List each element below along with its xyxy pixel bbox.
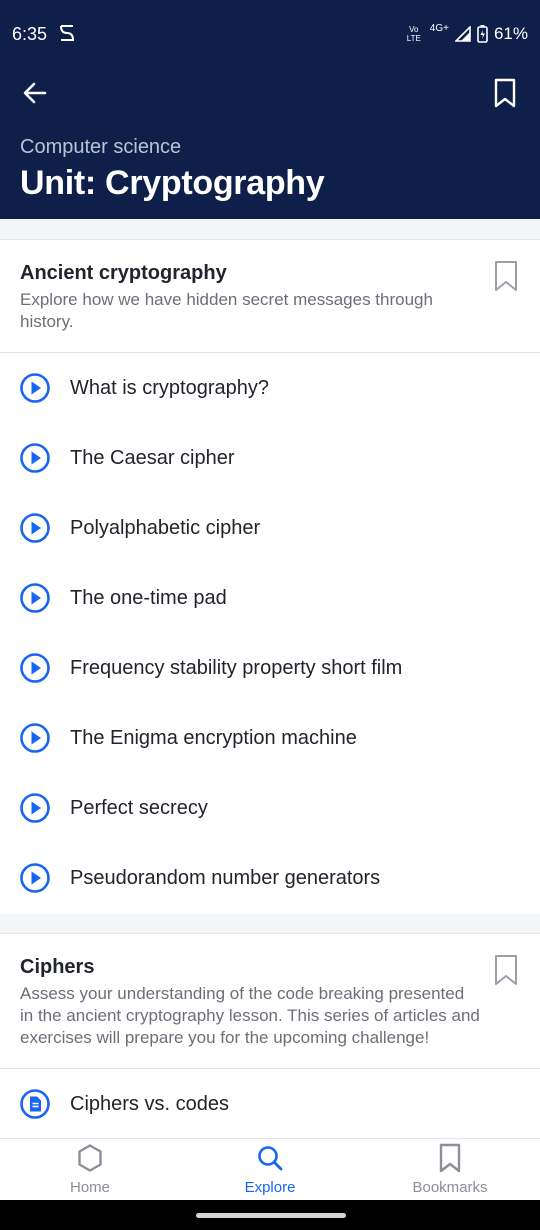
lesson-title: Ancient cryptography — [20, 262, 227, 284]
status-time: 6:35 — [12, 24, 48, 44]
notification-icon — [60, 25, 75, 41]
lesson-description: Explore how we have hidden secret messag… — [20, 290, 433, 331]
list-item-label: Perfect secrecy — [70, 796, 208, 819]
hexagon-home-icon — [78, 1144, 102, 1172]
list-item[interactable]: Pseudorandom number generators — [0, 843, 540, 913]
nav-label: Bookmarks — [412, 1179, 488, 1196]
lesson-header: Ciphers Assess your understanding of the… — [0, 933, 540, 1069]
signal-icon — [454, 26, 471, 42]
nav-label: Explore — [244, 1179, 296, 1196]
subject-label: Computer science — [20, 136, 182, 158]
status-bar: 6:35 Vo LTE 4G+ 61% — [0, 0, 540, 68]
bookmark-lesson-icon[interactable] — [494, 260, 518, 292]
bookmark-outline-icon — [494, 78, 516, 108]
article-icon — [20, 1089, 50, 1119]
list-item[interactable]: Ciphers vs. codes — [0, 1069, 540, 1139]
bookmark-unit-button[interactable] — [488, 74, 522, 112]
arrow-left-icon — [23, 82, 47, 104]
battery-icon — [477, 25, 488, 43]
nav-label: Home — [69, 1179, 110, 1196]
lesson-header: Ancient cryptography Explore how we have… — [0, 239, 540, 353]
list-item-label: Ciphers vs. codes — [70, 1092, 229, 1115]
back-button[interactable] — [18, 76, 52, 110]
list-item[interactable]: What is cryptography? — [0, 353, 540, 423]
unit-header: 6:35 Vo LTE 4G+ 61% Computer science Uni… — [0, 0, 540, 219]
lesson-section: Ciphers Assess your understanding of the… — [0, 933, 540, 1138]
lesson-title: Ciphers — [20, 956, 95, 978]
play-icon — [20, 863, 50, 893]
bookmark-lesson-icon[interactable] — [494, 954, 518, 986]
nav-explore[interactable]: Explore — [180, 1139, 360, 1201]
play-icon — [20, 513, 50, 543]
search-icon — [258, 1146, 283, 1171]
bookmark-icon — [439, 1143, 461, 1173]
play-icon — [20, 653, 50, 683]
page-title: Unit: Cryptography — [20, 164, 325, 202]
nav-bookmarks[interactable]: Bookmarks — [360, 1139, 540, 1201]
play-icon — [20, 583, 50, 613]
battery-percent: 61% — [493, 24, 528, 43]
list-item-label: Pseudorandom number generators — [70, 866, 381, 889]
list-item[interactable]: The one-time pad — [0, 563, 540, 633]
list-item-label: The Caesar cipher — [70, 446, 235, 469]
list-item-label: The Enigma encryption machine — [70, 726, 357, 749]
bottom-navigation: Home Explore Bookmarks — [0, 1138, 540, 1200]
list-item-label: What is cryptography? — [70, 376, 269, 399]
nav-home[interactable]: Home — [0, 1139, 180, 1201]
gesture-handle[interactable] — [196, 1213, 346, 1218]
section-spacer — [0, 914, 540, 933]
status-indicators: Vo LTE 4G+ 61% — [404, 22, 528, 46]
lesson-section: Ancient cryptography Explore how we have… — [0, 239, 540, 914]
list-item[interactable]: Frequency stability property short film — [0, 633, 540, 703]
list-item-label: Polyalphabetic cipher — [70, 516, 261, 539]
play-icon — [20, 723, 50, 753]
volte-label: Vo LTE — [406, 25, 421, 43]
list-item-label: The one-time pad — [70, 586, 227, 609]
network-type-label: 4G+ — [429, 22, 449, 34]
play-icon — [20, 793, 50, 823]
list-item[interactable]: Polyalphabetic cipher — [0, 493, 540, 563]
play-icon — [20, 373, 50, 403]
list-item[interactable]: Perfect secrecy — [0, 773, 540, 843]
play-icon — [20, 443, 50, 473]
list-item-label: Frequency stability property short film — [70, 656, 403, 679]
list-item[interactable]: The Enigma encryption machine — [0, 703, 540, 773]
lesson-description: Assess your understanding of the code br… — [20, 984, 480, 1047]
list-item[interactable]: The Caesar cipher — [0, 423, 540, 493]
section-spacer — [0, 219, 540, 239]
